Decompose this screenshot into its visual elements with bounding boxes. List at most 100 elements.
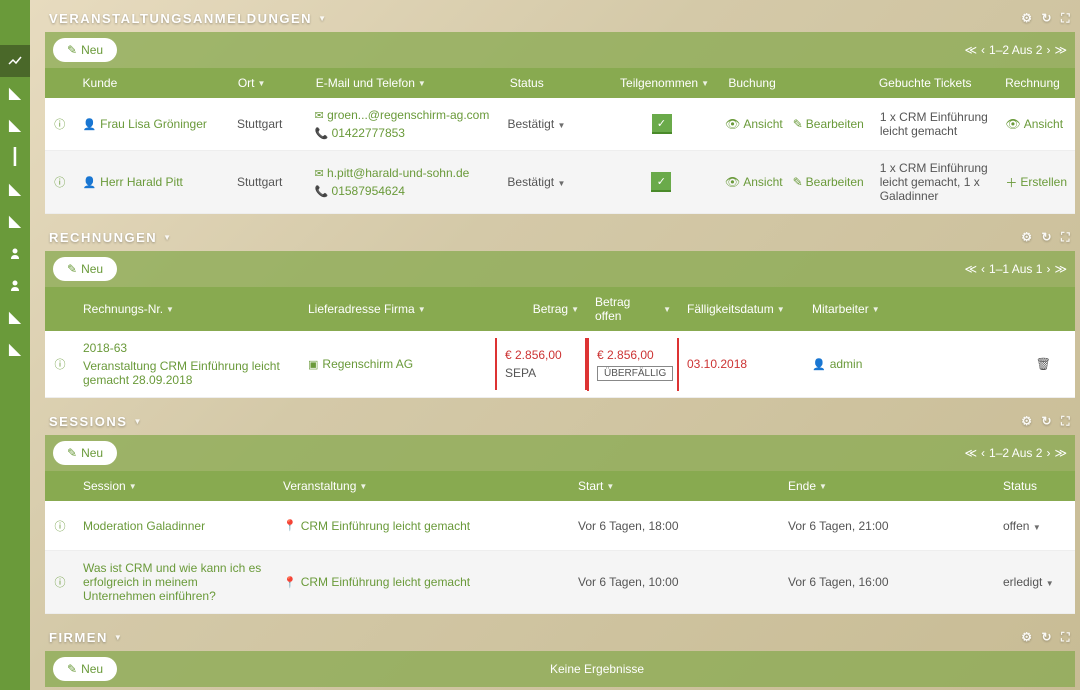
pager-text: 1–1 Aus 1 xyxy=(989,262,1042,276)
info-icon[interactable]: ⓘ xyxy=(54,174,65,190)
pager-next-icon[interactable]: › xyxy=(1046,446,1050,460)
sidebar-item-4[interactable]: ◣ xyxy=(0,173,30,205)
pager-last-icon[interactable]: ≫ xyxy=(1054,43,1067,57)
th-ende[interactable]: Ende▼ xyxy=(780,479,995,493)
cell-ende: Vor 6 Tagen, 16:00 xyxy=(780,565,995,599)
sidebar-item-6[interactable] xyxy=(0,237,30,269)
panel-title-text[interactable]: RECHNUNGEN xyxy=(49,230,157,245)
phone-link[interactable]: 01587954624 xyxy=(332,184,405,198)
th-ver[interactable]: Veranstaltung▼ xyxy=(275,479,570,493)
session-link[interactable]: Was ist CRM und wie kann ich es erfolgre… xyxy=(83,561,267,603)
new-button[interactable]: ✎Neu xyxy=(53,257,117,281)
sidebar-item-5[interactable]: ◣ xyxy=(0,205,30,237)
expand-icon[interactable]: ⛶ xyxy=(1061,414,1071,429)
event-link[interactable]: CRM Einführung leicht gemacht xyxy=(301,519,470,533)
refresh-icon[interactable]: ↻ xyxy=(1042,414,1054,429)
user-link[interactable]: admin xyxy=(830,357,863,371)
person-icon: 👤 xyxy=(82,118,96,131)
pager-last-icon[interactable]: ≫ xyxy=(1054,262,1067,276)
expand-icon[interactable]: ⛶ xyxy=(1061,11,1071,26)
pager-prev-icon[interactable]: ‹ xyxy=(981,262,985,276)
info-icon[interactable]: ⓘ xyxy=(55,518,66,534)
panel-title-text[interactable]: FIRMEN xyxy=(49,630,108,645)
pager-first-icon[interactable]: ≪ xyxy=(964,446,977,460)
info-icon[interactable]: ⓘ xyxy=(55,574,66,590)
th-mit[interactable]: Mitarbeiter▼ xyxy=(804,295,1009,323)
attended-checkbox[interactable]: ✓ xyxy=(652,114,672,134)
status-dropdown[interactable]: Bestätigt ▼ xyxy=(507,117,565,131)
pager-first-icon[interactable]: ≪ xyxy=(964,262,977,276)
th-email[interactable]: E-Mail und Telefon▼ xyxy=(308,76,502,90)
email-link[interactable]: groen...@regenschirm-ag.com xyxy=(327,108,489,122)
sidebar-item-9[interactable]: ◣ xyxy=(0,333,30,365)
amount: € 2.856,00 xyxy=(505,348,562,362)
sidebar-item-trend[interactable] xyxy=(0,45,30,77)
pager-next-icon[interactable]: › xyxy=(1046,43,1050,57)
panel-sessions: SESSIONS ▼ ⚙ ↻ ⛶ ✎Neu ≪ ‹ 1–2 Aus 2 › ≫ … xyxy=(45,408,1075,614)
sidebar-item-8[interactable]: ◣ xyxy=(0,301,30,333)
gear-icon[interactable]: ⚙ xyxy=(1021,630,1033,645)
caret-down-icon[interactable]: ▼ xyxy=(163,233,172,242)
edit-link[interactable]: ✎Bearbeiten xyxy=(793,117,864,131)
info-icon[interactable]: ⓘ xyxy=(55,356,66,372)
pager-last-icon[interactable]: ≫ xyxy=(1054,446,1067,460)
pager-prev-icon[interactable]: ‹ xyxy=(981,446,985,460)
pencil-icon: ✎ xyxy=(67,43,77,57)
th-nr[interactable]: Rechnungs-Nr.▼ xyxy=(75,295,300,323)
view-link[interactable]: 👁Ansicht xyxy=(725,117,783,131)
th-session[interactable]: Session▼ xyxy=(75,479,275,493)
session-link[interactable]: Moderation Galadinner xyxy=(83,519,205,533)
new-button[interactable]: ✎Neu xyxy=(53,441,117,465)
sidebar-item-3[interactable]: ┃ xyxy=(0,141,30,173)
info-icon[interactable]: ⓘ xyxy=(54,116,65,132)
caret-down-icon[interactable]: ▼ xyxy=(114,633,123,642)
refresh-icon[interactable]: ↻ xyxy=(1042,11,1054,26)
th-ort[interactable]: Ort▼ xyxy=(230,76,308,90)
new-button[interactable]: ✎Neu xyxy=(53,657,117,681)
status-dropdown[interactable]: Bestätigt ▼ xyxy=(507,175,565,189)
refresh-icon[interactable]: ↻ xyxy=(1042,230,1054,245)
invoice-create-link[interactable]: ＋Erstellen xyxy=(1005,174,1067,191)
trash-icon[interactable]: 🗑 xyxy=(1036,357,1051,371)
building-icon: ▣ xyxy=(308,358,318,371)
view-link[interactable]: 👁Ansicht xyxy=(725,175,783,189)
expand-icon[interactable]: ⛶ xyxy=(1061,230,1071,245)
status-dropdown[interactable]: offen ▼ xyxy=(1003,519,1041,533)
company-link[interactable]: Regenschirm AG xyxy=(322,357,413,371)
phone-link[interactable]: 01422777853 xyxy=(332,126,405,140)
sidebar-item-2[interactable]: ◣ xyxy=(0,109,30,141)
status-dropdown[interactable]: erledigt ▼ xyxy=(1003,575,1054,589)
sidebar-item-1[interactable]: ◣ xyxy=(0,77,30,109)
th-rechnung: Rechnung xyxy=(997,76,1075,90)
th-datum[interactable]: Fälligkeitsdatum▼ xyxy=(679,295,804,323)
th-firma[interactable]: Lieferadresse Firma▼ xyxy=(300,295,495,323)
panel-title-text[interactable]: SESSIONS xyxy=(49,414,127,429)
gear-icon[interactable]: ⚙ xyxy=(1021,11,1033,26)
panel-registrations: VERANSTALTUNGSANMELDUNGEN ▼ ⚙ ↻ ⛶ ✎ Neu … xyxy=(45,5,1075,214)
panel-invoices: RECHNUNGEN ▼ ⚙ ↻ ⛶ ✎Neu ≪ ‹ 1–1 Aus 1 › … xyxy=(45,224,1075,398)
sidebar-item-7[interactable] xyxy=(0,269,30,301)
new-button[interactable]: ✎ Neu xyxy=(53,38,117,62)
pager-next-icon[interactable]: › xyxy=(1046,262,1050,276)
caret-down-icon[interactable]: ▼ xyxy=(133,417,142,426)
edit-link[interactable]: ✎Bearbeiten xyxy=(793,175,864,189)
pager-prev-icon[interactable]: ‹ xyxy=(981,43,985,57)
invoice-view-link[interactable]: 👁Ansicht xyxy=(1005,117,1063,131)
gear-icon[interactable]: ⚙ xyxy=(1021,414,1033,429)
panel-title-text[interactable]: VERANSTALTUNGSANMELDUNGEN xyxy=(49,11,312,26)
email-link[interactable]: h.pitt@harald-und-sohn.de xyxy=(327,166,469,180)
pager-first-icon[interactable]: ≪ xyxy=(964,43,977,57)
expand-icon[interactable]: ⛶ xyxy=(1061,630,1071,645)
event-link[interactable]: CRM Einführung leicht gemacht xyxy=(301,575,470,589)
th-start[interactable]: Start▼ xyxy=(570,479,780,493)
customer-link[interactable]: Frau Lisa Gröninger xyxy=(100,117,207,131)
th-betrag[interactable]: Betrag▼ xyxy=(495,295,587,323)
invoice-number-link[interactable]: 2018-63 xyxy=(83,341,127,355)
th-offen[interactable]: Betrag offen▼ xyxy=(587,295,679,323)
th-teil[interactable]: Teilgenommen▼ xyxy=(609,76,721,90)
caret-down-icon[interactable]: ▼ xyxy=(318,14,327,23)
attended-checkbox[interactable]: ✓ xyxy=(651,172,671,192)
gear-icon[interactable]: ⚙ xyxy=(1021,230,1033,245)
refresh-icon[interactable]: ↻ xyxy=(1042,630,1054,645)
customer-link[interactable]: Herr Harald Pitt xyxy=(100,175,183,189)
